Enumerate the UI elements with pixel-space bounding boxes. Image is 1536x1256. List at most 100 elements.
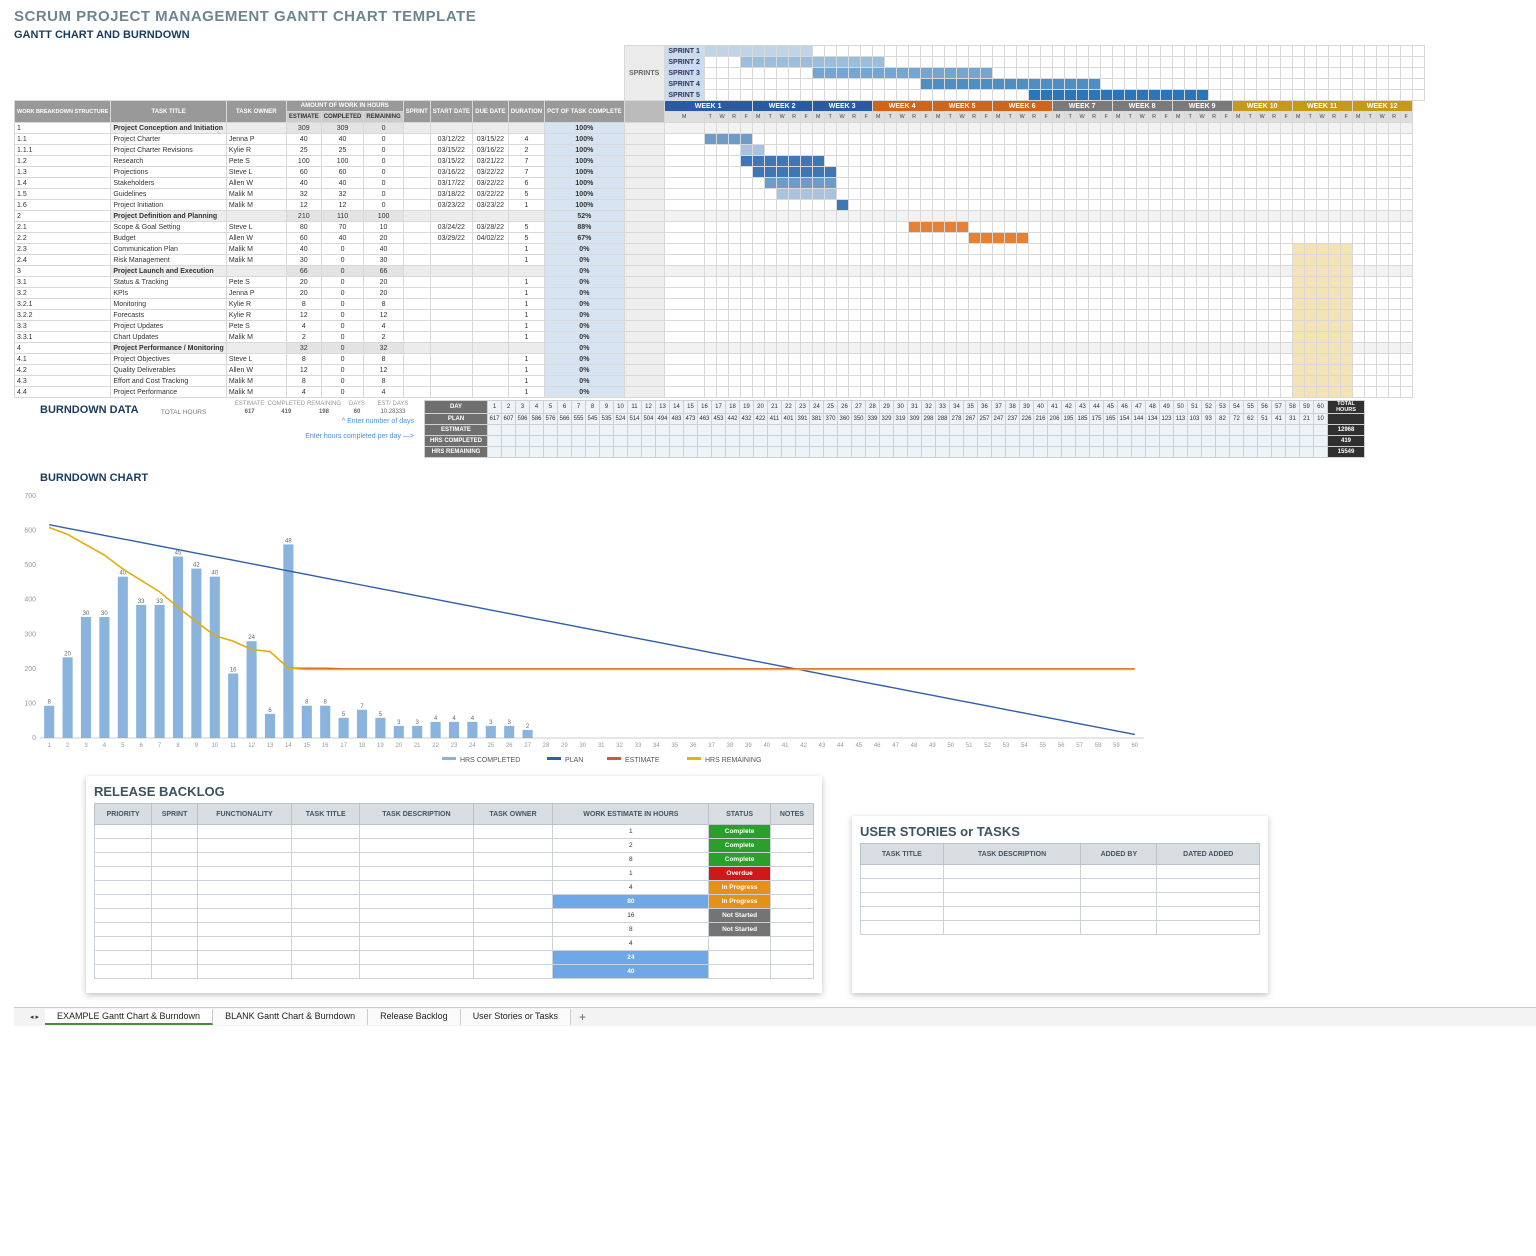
- svg-text:13: 13: [267, 743, 274, 749]
- svg-text:8: 8: [324, 700, 328, 706]
- svg-text:45: 45: [175, 551, 182, 557]
- story-row[interactable]: [861, 907, 1260, 921]
- backlog-row[interactable]: 2Complete: [95, 839, 814, 853]
- user-stories-table[interactable]: TASK TITLETASK DESCRIPTIONADDED BYDATED …: [860, 843, 1260, 935]
- svg-text:4: 4: [103, 743, 107, 749]
- svg-text:4: 4: [452, 716, 456, 722]
- story-row[interactable]: [861, 921, 1260, 935]
- svg-text:700: 700: [24, 493, 36, 500]
- svg-text:52: 52: [984, 743, 991, 749]
- task-row[interactable]: 1.5GuidelinesMalik M3232003/18/2203/22/2…: [15, 189, 1425, 200]
- svg-text:53: 53: [1003, 743, 1010, 749]
- backlog-row[interactable]: 80In Progress: [95, 895, 814, 909]
- svg-text:56: 56: [1058, 743, 1065, 749]
- task-row[interactable]: 3.2.1MonitoringKylie R80810%: [15, 299, 1425, 310]
- hint-enter-hours: Enter hours completed per day —>: [14, 433, 414, 440]
- svg-text:29: 29: [561, 743, 568, 749]
- svg-text:30: 30: [579, 743, 586, 749]
- sheet-tab[interactable]: Release Backlog: [368, 1009, 461, 1025]
- story-row[interactable]: [861, 879, 1260, 893]
- task-row[interactable]: 3.1Status & TrackingPete S2002010%: [15, 277, 1425, 288]
- task-row[interactable]: 4.4Project PerformanceMalik M40410%: [15, 387, 1425, 398]
- burndown-data-title: BURNDOWN DATA: [40, 404, 139, 416]
- gantt-chart-region: SPRINTSSPRINT 1SPRINT 2SPRINT 3SPRINT 4S…: [14, 45, 1522, 398]
- task-row[interactable]: 3.2KPIsJenna P2002010%: [15, 288, 1425, 299]
- task-row[interactable]: 2.3Communication PlanMalik M4004010%: [15, 244, 1425, 255]
- backlog-row[interactable]: 8Complete: [95, 853, 814, 867]
- svg-text:12: 12: [248, 743, 255, 749]
- svg-text:38: 38: [727, 743, 734, 749]
- backlog-row[interactable]: 8Not Started: [95, 923, 814, 937]
- svg-text:41: 41: [782, 743, 789, 749]
- task-row[interactable]: 1.1.1Project Charter RevisionsKylie R252…: [15, 145, 1425, 156]
- backlog-row[interactable]: 40: [95, 965, 814, 979]
- task-row[interactable]: 1Project Conception and Initiation309309…: [15, 123, 1425, 134]
- sheet-tab[interactable]: User Stories or Tasks: [461, 1009, 571, 1025]
- svg-text:39: 39: [745, 743, 752, 749]
- task-row[interactable]: 2Project Definition and Planning21011010…: [15, 211, 1425, 222]
- task-row[interactable]: 1.3ProjectionsSteve L6060003/16/2203/22/…: [15, 167, 1425, 178]
- svg-text:500: 500: [24, 562, 36, 569]
- svg-text:100: 100: [24, 700, 36, 707]
- story-row[interactable]: [861, 893, 1260, 907]
- svg-text:20: 20: [64, 651, 71, 657]
- svg-text:5: 5: [342, 712, 346, 718]
- hint-enter-days: ^ Enter number of days: [14, 418, 414, 425]
- svg-text:33: 33: [156, 599, 163, 605]
- svg-text:59: 59: [1113, 743, 1120, 749]
- sheet-tab[interactable]: EXAMPLE Gantt Chart & Burndown: [45, 1009, 213, 1025]
- release-backlog-table[interactable]: PRIORITYSPRINTFUNCTIONALITYTASK TITLETAS…: [94, 803, 814, 979]
- svg-text:22: 22: [432, 743, 439, 749]
- svg-text:42: 42: [193, 563, 200, 569]
- svg-text:46: 46: [874, 743, 881, 749]
- svg-text:37: 37: [708, 743, 715, 749]
- task-row[interactable]: 3.3Project UpdatesPete S40410%: [15, 321, 1425, 332]
- task-row[interactable]: 1.6Project InitiationMalik M1212003/23/2…: [15, 200, 1425, 211]
- svg-text:44: 44: [837, 743, 844, 749]
- task-row[interactable]: 1.1Project CharterJenna P4040003/12/2203…: [15, 134, 1425, 145]
- tabs-scroll-icon[interactable]: ◂ ▸: [30, 1013, 39, 1021]
- totals-row: 617 419 198 60 10.28333: [233, 408, 414, 416]
- svg-text:34: 34: [653, 743, 660, 749]
- svg-text:4: 4: [434, 716, 438, 722]
- release-backlog-panel: RELEASE BACKLOG PRIORITYSPRINTFUNCTIONAL…: [86, 776, 822, 993]
- backlog-row[interactable]: 1Overdue: [95, 867, 814, 881]
- task-row[interactable]: 4.2Quality DeliverablesAllen W1201210%: [15, 365, 1425, 376]
- svg-text:16: 16: [230, 667, 237, 673]
- svg-text:17: 17: [340, 743, 347, 749]
- svg-text:30: 30: [83, 611, 90, 617]
- add-sheet-button[interactable]: +: [571, 1010, 594, 1024]
- task-row[interactable]: 3.3.1Chart UpdatesMalik M20210%: [15, 332, 1425, 343]
- task-row[interactable]: 4.3Effort and Cost TrackingMalik M80810%: [15, 376, 1425, 387]
- backlog-row[interactable]: 1Complete: [95, 825, 814, 839]
- task-row[interactable]: 3.2.2ForecastsKylie R1201210%: [15, 310, 1425, 321]
- svg-text:27: 27: [524, 743, 531, 749]
- story-row[interactable]: [861, 865, 1260, 879]
- task-row[interactable]: 2.4Risk ManagementMalik M3003010%: [15, 255, 1425, 266]
- svg-text:0: 0: [32, 735, 36, 742]
- svg-text:HRS REMAINING: HRS REMAINING: [705, 757, 761, 764]
- svg-text:11: 11: [230, 743, 237, 749]
- svg-text:36: 36: [690, 743, 697, 749]
- svg-text:200: 200: [24, 666, 36, 673]
- svg-text:48: 48: [285, 538, 292, 544]
- svg-text:58: 58: [1095, 743, 1102, 749]
- task-row[interactable]: 4Project Performance / Monitoring320320%: [15, 343, 1425, 354]
- task-row[interactable]: 3Project Launch and Execution660660%: [15, 266, 1425, 277]
- svg-text:25: 25: [487, 743, 494, 749]
- task-row[interactable]: 1.4StakeholdersAllen W4040003/17/2203/22…: [15, 178, 1425, 189]
- task-row[interactable]: 2.2BudgetAllen W60402003/29/2204/02/2256…: [15, 233, 1425, 244]
- task-row[interactable]: 4.1Project ObjectivesSteve L80810%: [15, 354, 1425, 365]
- task-row[interactable]: 1.2ResearchPete S100100003/15/2203/21/22…: [15, 156, 1425, 167]
- svg-text:10: 10: [211, 743, 218, 749]
- svg-text:30: 30: [101, 611, 108, 617]
- task-row[interactable]: 2.1Scope & Goal SettingSteve L80701003/2…: [15, 222, 1425, 233]
- backlog-row[interactable]: 4In Progress: [95, 881, 814, 895]
- backlog-row[interactable]: 4: [95, 937, 814, 951]
- sheet-tab[interactable]: BLANK Gantt Chart & Burndown: [213, 1009, 368, 1025]
- user-stories-panel: USER STORIES or TASKS TASK TITLETASK DES…: [852, 816, 1268, 993]
- svg-text:23: 23: [451, 743, 458, 749]
- backlog-row[interactable]: 16Not Started: [95, 909, 814, 923]
- svg-text:3: 3: [508, 720, 512, 726]
- backlog-row[interactable]: 24: [95, 951, 814, 965]
